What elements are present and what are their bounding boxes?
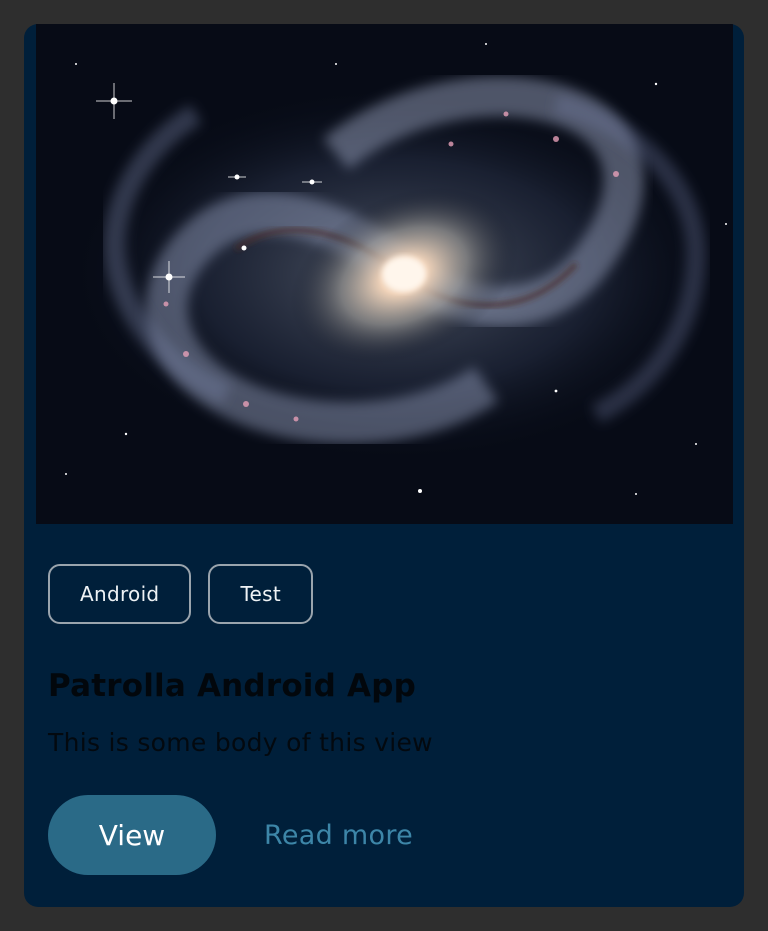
card-title: Patrolla Android App: [48, 668, 416, 704]
content-card: Android Test Patrolla Android App This i…: [24, 24, 744, 907]
read-more-link[interactable]: Read more: [264, 820, 413, 851]
card-body: This is some body of this view: [48, 728, 433, 757]
tag-list: Android Test: [48, 564, 314, 624]
tag-android[interactable]: Android: [48, 564, 192, 624]
card-actions: View Read more: [48, 795, 413, 875]
view-button[interactable]: View: [48, 795, 216, 875]
galaxy-image: [36, 24, 733, 524]
tag-test[interactable]: Test: [208, 564, 314, 624]
